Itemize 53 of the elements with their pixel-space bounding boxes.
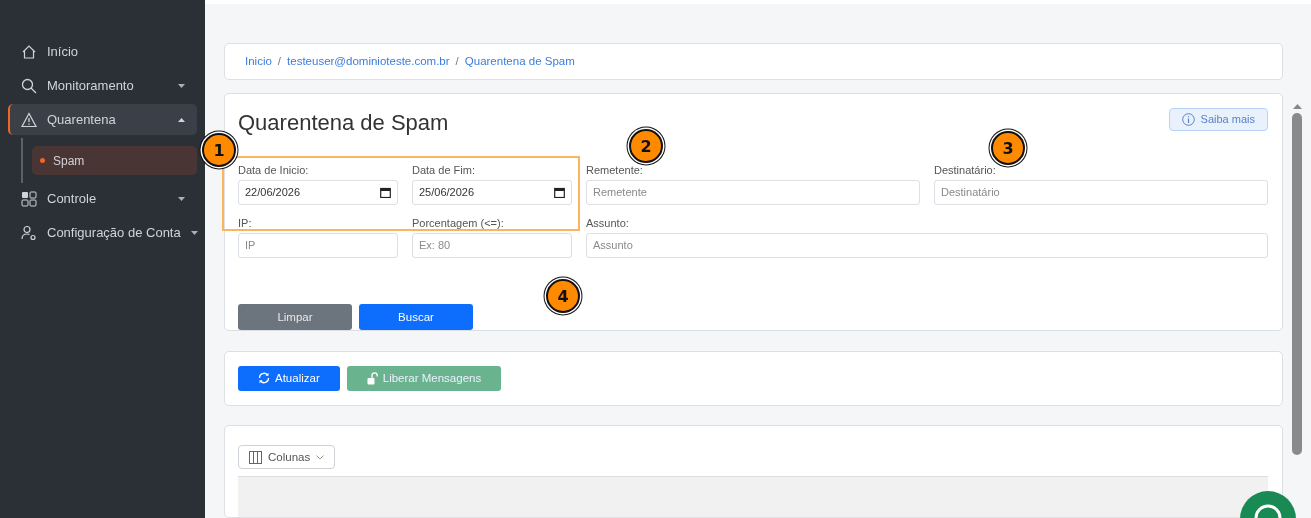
step-marker: 1 bbox=[202, 133, 236, 167]
user-gear-icon bbox=[21, 224, 37, 241]
date-field[interactable]: 25/06/2026 bbox=[412, 179, 572, 205]
chevron-down-icon bbox=[316, 454, 325, 460]
step-marker: 2 bbox=[629, 129, 663, 163]
help-button[interactable]: Saiba mais bbox=[1168, 107, 1268, 131]
field-label: Remetente: bbox=[586, 163, 644, 178]
breadcrumb-separator: / bbox=[455, 55, 459, 68]
field-label: Porcentagem (<=): bbox=[412, 216, 505, 231]
scroll-up-arrow-icon bbox=[1292, 104, 1302, 109]
sidebar-item[interactable]: Início bbox=[8, 36, 197, 67]
refresh-button[interactable]: Atualizar bbox=[238, 365, 340, 391]
caret-icon bbox=[190, 230, 198, 235]
home-icon bbox=[21, 43, 37, 60]
page-title: Quarentena de Spam bbox=[238, 109, 449, 136]
search-icon bbox=[21, 77, 37, 94]
caret-icon bbox=[178, 196, 185, 201]
step-marker: 3 bbox=[991, 131, 1025, 165]
breadcrumb-separator: / bbox=[277, 55, 282, 68]
input-field[interactable]: Ex: 80 bbox=[412, 232, 572, 258]
caret-icon bbox=[178, 117, 185, 122]
field-label: Data de Fim: bbox=[412, 163, 476, 178]
date-field[interactable]: 22/06/2026 bbox=[238, 179, 398, 205]
field-label: Assunto: bbox=[586, 216, 630, 231]
caret-icon bbox=[178, 83, 185, 88]
sidebar-subitem[interactable]: Spam bbox=[32, 146, 197, 175]
refresh-icon bbox=[258, 372, 270, 385]
warning-icon bbox=[21, 111, 37, 128]
info-icon bbox=[1181, 112, 1195, 126]
unlocked-padlock-icon bbox=[366, 371, 378, 385]
breadcrumb-link[interactable]: testeuser@dominioteste.com.br bbox=[287, 55, 450, 68]
step-marker: 4 bbox=[546, 279, 580, 313]
input-field[interactable]: Assunto bbox=[586, 232, 1268, 258]
breadcrumb-link[interactable]: Inicio bbox=[245, 55, 272, 68]
grid-icon bbox=[21, 190, 37, 207]
calendar-icon bbox=[380, 186, 391, 198]
clear-button[interactable]: Limpar bbox=[238, 303, 352, 330]
calendar-icon bbox=[554, 186, 565, 198]
sidebar-item[interactable]: Configuração de Conta bbox=[8, 217, 197, 248]
breadcrumb-link[interactable]: Quarentena de Spam bbox=[464, 55, 575, 68]
search-button[interactable]: Buscar bbox=[359, 303, 473, 330]
input-field[interactable]: IP bbox=[238, 232, 398, 258]
input-field[interactable]: Remetente bbox=[586, 179, 920, 205]
input-field[interactable]: Destinatário bbox=[934, 179, 1268, 205]
field-label: Data de Inicio: bbox=[238, 163, 310, 178]
sidebar-item[interactable]: Controle bbox=[8, 183, 197, 214]
sidebar-item[interactable]: Monitoramento bbox=[8, 70, 197, 101]
scrollbar-thumb[interactable] bbox=[1292, 113, 1302, 455]
field-label: IP: bbox=[238, 216, 253, 231]
field-label: Destinatário: bbox=[934, 163, 997, 178]
columns-icon bbox=[249, 450, 262, 464]
columns-button[interactable]: Colunas bbox=[238, 445, 336, 469]
sidebar-item[interactable]: Quarentena bbox=[8, 104, 197, 135]
